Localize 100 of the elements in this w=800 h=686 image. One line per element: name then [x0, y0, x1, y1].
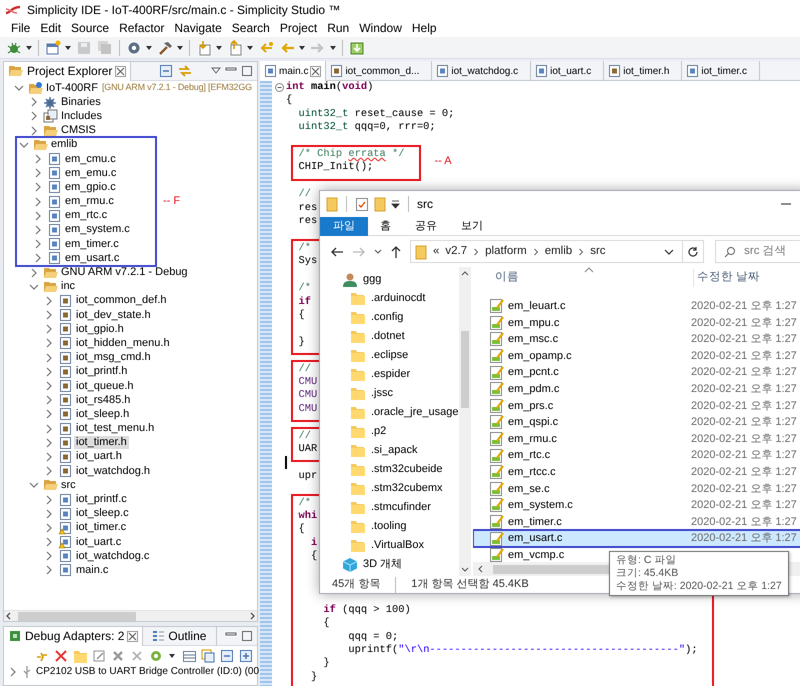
tree-item[interactable]: src: [59, 478, 78, 492]
close-icon[interactable]: [115, 66, 126, 76]
close-icon[interactable]: [127, 630, 138, 642]
new-window-icon[interactable]: [45, 40, 61, 56]
tree-item[interactable]: iot_test_menu.h: [74, 422, 156, 436]
tree-item[interactable]: em_system.c: [63, 223, 132, 236]
tree-item[interactable]: iot_common_def.h: [74, 294, 168, 308]
nav-item[interactable]: .oracle_jre_usage: [371, 404, 458, 421]
tree-item[interactable]: em_timer.c: [63, 238, 121, 251]
tree-item[interactable]: em_rtc.c: [63, 209, 110, 222]
file-name[interactable]: em_qspi.c: [508, 416, 558, 428]
table-icon[interactable]: [182, 649, 196, 663]
fold-icon[interactable]: [275, 83, 284, 92]
file-name[interactable]: em_prs.c: [508, 400, 554, 412]
scroll-up-icon[interactable]: [461, 270, 469, 276]
menu-item[interactable]: Project: [274, 19, 322, 37]
tree-item[interactable]: main.c: [74, 564, 110, 577]
nav-item[interactable]: .stmcufinder: [371, 499, 431, 516]
menu-item[interactable]: Navigate: [169, 19, 227, 37]
dropdown-icon[interactable]: [664, 248, 674, 256]
view-tab[interactable]: Debug Adapters: 2: [4, 626, 144, 646]
tree-item[interactable]: iot_rs485.h: [74, 394, 132, 407]
file-name[interactable]: em_rmu.c: [508, 432, 557, 445]
breadcrumb-item[interactable]: emlib: [544, 242, 572, 260]
recent-caret-icon[interactable]: [374, 248, 382, 256]
tree-item[interactable]: inc: [59, 280, 78, 294]
customize-icon[interactable]: [391, 199, 400, 209]
tree-item[interactable]: IoT-400RF: [44, 82, 100, 95]
collapse-all-icon[interactable]: [159, 64, 173, 78]
tree-item[interactable]: iot_hidden_menu.h: [74, 336, 172, 350]
tree-item[interactable]: Includes: [59, 110, 104, 123]
file-name[interactable]: em_vcmp.c: [508, 548, 564, 561]
file-name[interactable]: em_rtc.c: [508, 449, 550, 462]
nav-item[interactable]: .VirtualBox: [371, 537, 424, 554]
file-name[interactable]: em_usart.c: [508, 532, 562, 544]
address-bar[interactable]: « v2.7 platform emlib src: [410, 240, 683, 263]
nav-item[interactable]: .espider: [371, 366, 410, 383]
sort-ascending-icon[interactable]: [584, 267, 594, 273]
tree-item[interactable]: iot_gpio.h: [74, 322, 126, 336]
menu-item[interactable]: Window: [354, 19, 407, 37]
tree-item[interactable]: iot_sleep.c: [74, 507, 131, 520]
up-icon[interactable]: [390, 244, 402, 258]
nav-item[interactable]: .config: [371, 309, 404, 326]
nav-item[interactable]: .stm32cubeide: [371, 461, 443, 478]
view-tab[interactable]: Project Explorer: [4, 62, 132, 80]
nav-item[interactable]: .arduinocdt: [371, 290, 426, 307]
menu-item[interactable]: Refactor: [114, 19, 170, 37]
menu-item[interactable]: Source: [66, 19, 114, 37]
maximize-icon[interactable]: [241, 630, 253, 642]
scroll-left-icon[interactable]: [477, 565, 485, 573]
menu-item[interactable]: Edit: [35, 19, 66, 37]
tree-item[interactable]: em_emu.c: [63, 166, 118, 180]
file-name[interactable]: em_mpu.c: [508, 316, 560, 329]
file-name[interactable]: em_opamp.c: [508, 350, 572, 362]
tree-item[interactable]: iot_watchdog.c: [74, 550, 152, 563]
scrollbar-thumb[interactable]: [461, 331, 469, 408]
menu-item[interactable]: Search: [226, 19, 275, 37]
nav-item[interactable]: ggg: [363, 271, 382, 288]
tree-item[interactable]: iot_dev_state.h: [74, 308, 153, 322]
tree-item[interactable]: iot_uart.h: [74, 450, 124, 464]
tree-item[interactable]: em_gpio.c: [63, 180, 118, 194]
scrollbar-thumb[interactable]: [18, 612, 136, 620]
view-tab[interactable]: Outline: [147, 626, 217, 646]
back-icon[interactable]: [330, 246, 344, 258]
hammer-icon[interactable]: [157, 40, 173, 56]
tree-item[interactable]: CMSIS: [59, 124, 98, 138]
collapse-icon[interactable]: [220, 649, 234, 663]
ribbon-tab[interactable]: 보기: [449, 217, 495, 236]
tree-item[interactable]: iot_sleep.h: [74, 408, 132, 421]
nav-item[interactable]: .stm32cubemx: [371, 480, 443, 497]
tree-item[interactable]: emlib: [49, 138, 80, 152]
file-name[interactable]: em_leuart.c: [508, 300, 566, 312]
tree-item[interactable]: em_cmu.c: [63, 152, 118, 166]
copy-icon[interactable]: [201, 649, 215, 663]
path-overflow[interactable]: «: [433, 242, 440, 260]
refresh-button[interactable]: [682, 240, 704, 263]
tree-item[interactable]: iot_msg_cmd.h: [74, 351, 153, 364]
ribbon-tab[interactable]: 파일: [320, 217, 368, 236]
file-name[interactable]: em_rtcc.c: [508, 466, 556, 478]
nav-item[interactable]: .tooling: [371, 518, 406, 535]
close-icon[interactable]: [310, 66, 322, 76]
tree-item[interactable]: CP2102 USB to UART Bridge Controller (ID:0) (00: [36, 664, 260, 679]
ribbon-tab[interactable]: 홈: [368, 217, 403, 236]
maximize-icon[interactable]: [241, 65, 253, 77]
tree-item[interactable]: GNU ARM v7.2.1 - Debug: [59, 266, 190, 280]
expand-icon[interactable]: [239, 649, 253, 663]
scroll-down-icon[interactable]: [461, 567, 469, 573]
search-field[interactable]: src 검색: [715, 240, 800, 263]
file-name[interactable]: em_system.c: [508, 499, 573, 512]
view-menu-icon[interactable]: [211, 66, 221, 76]
properties-icon[interactable]: [355, 196, 369, 212]
tree-item[interactable]: iot_printf.h: [74, 365, 130, 378]
edit-icon[interactable]: [92, 649, 106, 663]
breadcrumb-item[interactable]: src: [590, 242, 606, 260]
file-name[interactable]: em_timer.c: [508, 516, 562, 528]
ribbon-tab[interactable]: 공유: [403, 217, 449, 236]
nav-item[interactable]: .p2: [371, 423, 386, 440]
file-name[interactable]: em_se.c: [508, 482, 550, 495]
column-header[interactable]: 수정한 날짜: [693, 269, 760, 287]
editor-tab[interactable]: main.c: [260, 61, 326, 81]
